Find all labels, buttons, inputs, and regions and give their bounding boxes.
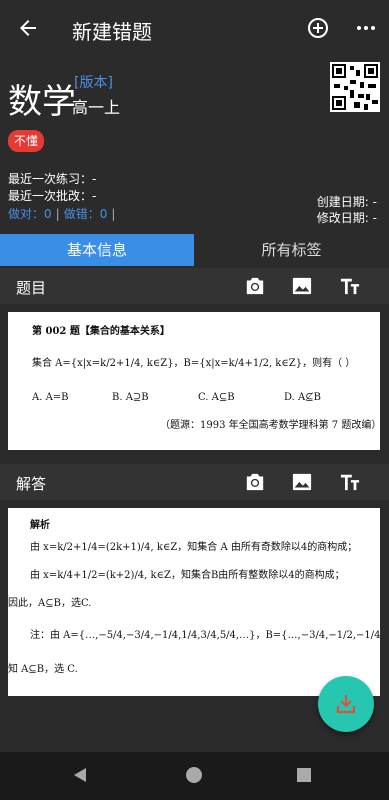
answer-section-header: 解答 [0,464,389,500]
question-heading: 第 002 题【集合的基本关系】 [32,326,170,337]
divider: | [111,207,116,221]
nav-home-icon[interactable] [186,767,202,783]
page-title: 新建错题 [72,20,152,44]
stats-row: 做对：0 | 做错：0 | [8,205,119,222]
back-arrow-icon[interactable] [16,16,40,40]
image-icon[interactable] [291,276,313,296]
text-format-icon[interactable] [339,276,361,296]
option-c: C. A⊆B [198,392,235,403]
answer-line-3: 因此，A⊆B，选C. [8,598,92,609]
answer-line-2: 由 x=k/4+1/2=(k+2)/4, k∈Z，知集合B由所有整数除以4的商构… [30,570,345,581]
grade-label: 高一上 [72,98,121,117]
text-format-icon[interactable] [339,472,361,492]
wrong-count: 做错：0 [63,207,108,221]
qr-code-icon[interactable] [330,62,380,112]
answer-line-5: 知 A⊆B，选 C. [8,664,78,675]
question-source: （题源：1993 年全国高考数学理科第 7 题改编） [160,420,380,431]
question-stem: 集合 A={x|x=k/2+1/4, k∈Z}，B={x|x=k/4+1/2, … [32,358,356,369]
image-icon[interactable] [291,472,313,492]
subject-title: 数学 [8,82,76,122]
answer-line-1: 由 x=k/2+1/4=(2k+1)/4, k∈Z，知集合 A 由所有奇数除以4… [30,542,358,553]
tab-basic-info[interactable]: 基本信息 [0,234,194,266]
option-b: B. A⊇B [112,392,149,403]
more-options-icon[interactable] [354,16,378,40]
question-section-header: 题目 [0,268,389,304]
nav-back-icon[interactable] [72,767,88,783]
last-practice-text: 最近一次练习：- [8,172,97,186]
modified-date: 修改日期: - [316,211,377,225]
correct-count: 做对：0 [8,207,52,221]
tab-bar: 基本信息 所有标签 [0,234,389,266]
last-review-text: 最近一次批改：- [8,189,97,203]
answer-heading: 解析 [30,520,50,531]
option-a: A. A=B [32,392,69,403]
created-date: 创建日期: - [316,195,377,209]
download-button[interactable] [318,676,374,732]
divider: | [55,207,60,221]
version-link[interactable]: [版本] [74,72,113,92]
option-d: D. A⊈B [284,392,321,403]
answer-line-4: 注：由 A={…,−5/4,−3/4,−1/4,1/4,3/4,5/4,…}，B… [30,630,380,641]
download-icon [336,695,356,714]
tab-all-tags[interactable]: 所有标签 [194,234,389,266]
camera-icon[interactable] [244,472,266,492]
camera-icon[interactable] [244,276,266,296]
question-image[interactable]: 第 002 题【集合的基本关系】 集合 A={x|x=k/2+1/4, k∈Z}… [8,312,380,450]
add-circle-icon[interactable] [306,16,330,40]
answer-image[interactable]: 解析 由 x=k/2+1/4=(2k+1)/4, k∈Z，知集合 A 由所有奇数… [8,508,380,696]
answer-section-label: 解答 [16,475,47,493]
app-bar: 新建错题 [0,0,389,58]
status-badge[interactable]: 不懂 [8,130,45,152]
question-section-label: 题目 [16,279,47,297]
system-nav-bar [0,752,389,800]
nav-recents-icon[interactable] [297,768,311,782]
